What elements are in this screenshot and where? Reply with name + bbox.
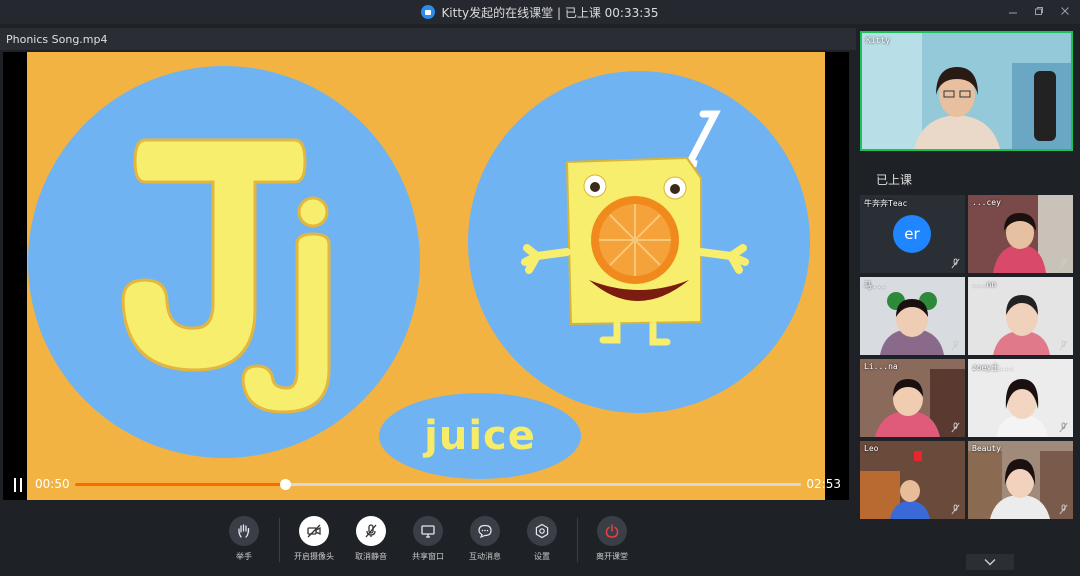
teacher-video (862, 33, 1071, 149)
participant-tile[interactable]: Leo (860, 441, 965, 519)
section-label: 已上课 (876, 173, 913, 187)
mic-muted-icon (1059, 422, 1068, 433)
minimize-icon[interactable] (1008, 4, 1018, 18)
participant-tile[interactable]: ...cey (968, 195, 1073, 273)
restore-icon[interactable] (1034, 4, 1044, 18)
mic-muted-icon (951, 422, 960, 433)
settings-button[interactable]: 设置 (514, 512, 571, 562)
classroom-window: Kitty发起的在线课堂 | 已上课 00:33:35 Phonics Song… (0, 0, 1080, 576)
chevron-down-icon (984, 559, 996, 566)
mic-muted-icon (951, 258, 960, 269)
title-bar: Kitty发起的在线课堂 | 已上课 00:33:35 (0, 0, 1080, 24)
chat-icon (470, 516, 500, 546)
participant-tile[interactable]: 马... (860, 277, 965, 355)
participant-tile[interactable]: Li...na (860, 359, 965, 437)
video-player[interactable]: juice 00:50 02:53 (3, 52, 849, 500)
leave-class-button[interactable]: 离开课堂 (584, 512, 641, 562)
seek-handle[interactable] (279, 479, 291, 490)
mic-muted-icon (951, 504, 960, 515)
lock-icon (421, 5, 436, 19)
mic-muted-icon (1059, 258, 1068, 269)
window-title: Kitty发起的在线课堂 | 已上课 00:33:35 (441, 5, 659, 20)
pause-icon (14, 478, 16, 492)
toolbar-divider (576, 518, 578, 562)
mic-muted-icon (1059, 504, 1068, 515)
total-time: 02:53 (806, 477, 841, 491)
mic-muted-icon (951, 340, 960, 351)
camera-button[interactable]: 开启摄像头 (286, 512, 343, 562)
teacher-video-tile[interactable]: Kitty (860, 31, 1073, 151)
messages-button[interactable]: 互动消息 (457, 512, 514, 562)
raise-hand-button[interactable]: 举手 (216, 512, 273, 562)
main-area: Phonics Song.mp4 juice 00:50 02:53 举手 开启… (0, 24, 856, 576)
mic-muted-icon (1059, 340, 1068, 351)
participant-tile[interactable]: ...nn (968, 277, 1073, 355)
seek-progress (75, 483, 285, 486)
current-time: 00:50 (35, 477, 70, 491)
expand-participants-button[interactable] (966, 554, 1014, 570)
word-text: juice (424, 413, 536, 459)
pause-button[interactable] (11, 475, 25, 495)
file-name: Phonics Song.mp4 (6, 32, 108, 46)
camera-off-icon (299, 516, 329, 546)
share-screen-icon (413, 516, 443, 546)
video-frame[interactable]: juice (27, 52, 825, 500)
player-controls: 00:50 02:53 (3, 470, 849, 500)
mic-off-icon (356, 516, 386, 546)
close-icon[interactable] (1060, 4, 1070, 18)
unmute-button[interactable]: 取消静音 (343, 512, 400, 562)
participant-tile[interactable]: Beauty (968, 441, 1073, 519)
participant-tile[interactable]: zoey土... (968, 359, 1073, 437)
avatar: er (893, 215, 931, 253)
power-icon (597, 516, 627, 546)
window-controls (1008, 4, 1070, 18)
participants-panel: Kitty 已上课 牛奔奔Teac er ...cey 马... ...nn L… (856, 24, 1080, 576)
teacher-name: Kitty (866, 36, 891, 45)
gear-icon (527, 516, 557, 546)
file-bar: Phonics Song.mp4 (0, 28, 856, 50)
share-window-button[interactable]: 共享窗口 (400, 512, 457, 562)
raise-hand-icon (229, 516, 259, 546)
meeting-toolbar: 举手 开启摄像头 取消静音 共享窗口 互动消息 设置 离开课堂 (0, 512, 856, 576)
seek-bar[interactable] (75, 479, 801, 490)
toolbar-divider (278, 518, 280, 562)
participant-tile[interactable]: 牛奔奔Teac er (860, 195, 965, 273)
